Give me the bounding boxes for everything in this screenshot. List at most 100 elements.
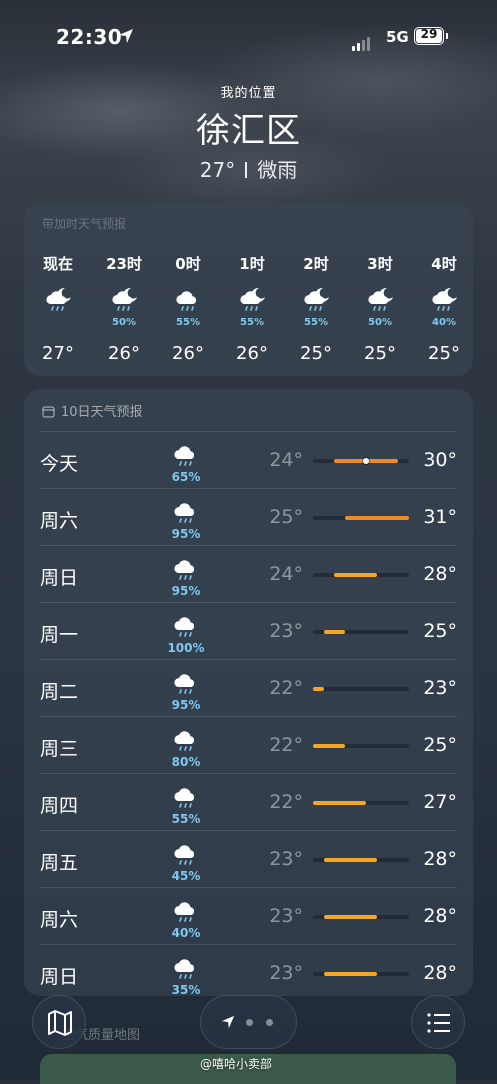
hourly-hint: 带加时天气预报 — [42, 217, 127, 231]
day-row[interactable]: 周日 95% 24° 28° — [40, 545, 457, 603]
ten-day-header: 10日天气预报 — [42, 401, 143, 420]
day-icon-wrap: 80% — [166, 725, 206, 769]
day-row[interactable]: 周一 100% 23° 25° — [40, 602, 457, 660]
day-high-temp: 25° — [423, 620, 457, 642]
ten-day-forecast-card[interactable]: 10日天气预报 今天 65% 24° 30° 周六 95% 25° 31° 周日 95% 24° 28… — [24, 389, 473, 997]
temp-range-track — [313, 458, 409, 464]
day-precip-chance: 95% — [171, 584, 201, 598]
cloud-rain-icon — [174, 788, 195, 808]
moon-cloud-rain-icon — [432, 287, 457, 311]
map-icon — [48, 1010, 72, 1036]
hour-icon-wrap — [94, 285, 154, 319]
moon-cloud-rain-icon — [304, 287, 329, 311]
day-row[interactable]: 周五 45% 23° 28° — [40, 830, 457, 888]
day-row[interactable]: 今天 65% 24° 30° — [40, 431, 457, 489]
temp-range-track — [313, 801, 409, 805]
temp-range-bar — [345, 516, 409, 520]
temp-range-track — [313, 744, 409, 748]
day-name: 周三 — [40, 738, 79, 760]
city-list-button[interactable] — [411, 995, 465, 1049]
day-name: 周一 — [40, 624, 79, 646]
hour-temp: 26° — [108, 343, 140, 364]
day-high-temp: 28° — [423, 848, 457, 870]
day-row[interactable]: 周六 95% 25° 31° — [40, 488, 457, 546]
day-name: 周日 — [40, 567, 79, 589]
temp-range-track — [313, 573, 409, 577]
hour-temp: 26° — [236, 343, 268, 364]
hourly-forecast-card[interactable]: 带加时天气预报 现在 27° 23时 50% 26° 0时 55% 26° 1时 55% 26° 2时… — [24, 203, 473, 376]
day-precip-chance: 100% — [167, 641, 205, 655]
ten-day-title: 10日天气预报 — [61, 405, 143, 420]
day-precip-chance: 95% — [171, 698, 201, 712]
map-button[interactable] — [32, 995, 86, 1049]
network-type: 5G — [386, 28, 409, 46]
hour-label: 23时 — [106, 255, 142, 273]
city-name: 徐汇区 — [196, 111, 301, 151]
cloud-rain-icon — [174, 560, 195, 580]
hour-temp: 25° — [364, 343, 396, 364]
day-precip-chance: 40% — [171, 926, 201, 940]
day-name: 周二 — [40, 681, 79, 703]
temp-range-track — [313, 516, 409, 520]
day-icon-wrap: 55% — [166, 782, 206, 826]
temp-range-bar — [323, 972, 377, 976]
temp-range-track — [313, 858, 409, 862]
day-row[interactable]: 周日 35% 23° 28° — [40, 944, 457, 1002]
location-arrow-icon — [221, 1015, 235, 1029]
divider — [245, 162, 248, 178]
day-row[interactable]: 周二 95% 22° 23° — [40, 659, 457, 717]
day-name: 周五 — [40, 852, 79, 874]
day-icon-wrap: 65% — [166, 440, 206, 484]
hourly-item: 2时 55% 25° — [286, 253, 346, 364]
day-icon-wrap: 95% — [166, 497, 206, 541]
hour-icon-wrap — [350, 285, 410, 319]
day-high-temp: 23° — [423, 677, 457, 699]
cloud-rain-icon — [174, 731, 195, 751]
cloud-rain-icon — [174, 845, 195, 865]
page-indicator[interactable] — [200, 995, 297, 1049]
signal-icon — [352, 32, 372, 51]
day-low-temp: 24° — [269, 563, 303, 585]
day-high-temp: 27° — [423, 791, 457, 813]
hourly-item: 4时 40% 25° — [414, 253, 474, 364]
hourly-item: 23时 50% 26° — [94, 253, 154, 364]
status-time: 22:30 — [56, 25, 123, 49]
day-row[interactable]: 周三 80% 22° 25° — [40, 716, 457, 774]
battery-level: 29 — [420, 27, 438, 41]
day-low-temp: 23° — [269, 620, 303, 642]
day-icon-wrap: 95% — [166, 668, 206, 712]
temp-range-bar — [313, 744, 345, 748]
hour-precip-chance: 50% — [368, 317, 392, 328]
hour-precip-chance: 55% — [240, 317, 264, 328]
temp-range-bar — [323, 915, 377, 919]
cloud-rain-icon — [174, 446, 195, 466]
hour-label: 1时 — [239, 255, 265, 273]
hour-label: 3时 — [367, 255, 393, 273]
moon-cloud-rain-icon — [240, 287, 265, 311]
status-bar: 22:30 5G 29 — [0, 22, 497, 52]
hour-icon-wrap — [158, 285, 218, 319]
page-dot[interactable] — [266, 1019, 273, 1026]
hour-precip-chance: 55% — [304, 317, 328, 328]
day-icon-wrap: 40% — [166, 896, 206, 940]
day-icon-wrap: 45% — [166, 839, 206, 883]
day-row[interactable]: 周六 40% 23° 28° — [40, 887, 457, 945]
day-icon-wrap: 100% — [166, 611, 206, 655]
temp-range-track — [313, 915, 409, 919]
day-icon-wrap: 95% — [166, 554, 206, 598]
day-precip-chance: 95% — [171, 527, 201, 541]
cloud-rain-icon — [174, 617, 195, 637]
hour-temp: 25° — [428, 343, 460, 364]
current-temp: 27° — [199, 158, 236, 182]
page-dot[interactable] — [246, 1019, 253, 1026]
day-row[interactable]: 周四 55% 22° 27° — [40, 773, 457, 831]
cloud-rain-icon — [174, 959, 195, 979]
day-precip-chance: 55% — [171, 812, 201, 826]
location-header: 我的位置 徐汇区 27° 微雨 — [0, 82, 497, 183]
day-icon-wrap: 35% — [166, 953, 206, 997]
temp-range-bar — [334, 573, 377, 577]
temp-range-bar — [313, 687, 324, 691]
hour-temp: 25° — [300, 343, 332, 364]
day-low-temp: 22° — [269, 734, 303, 756]
hourly-item: 现在 27° — [28, 253, 88, 364]
